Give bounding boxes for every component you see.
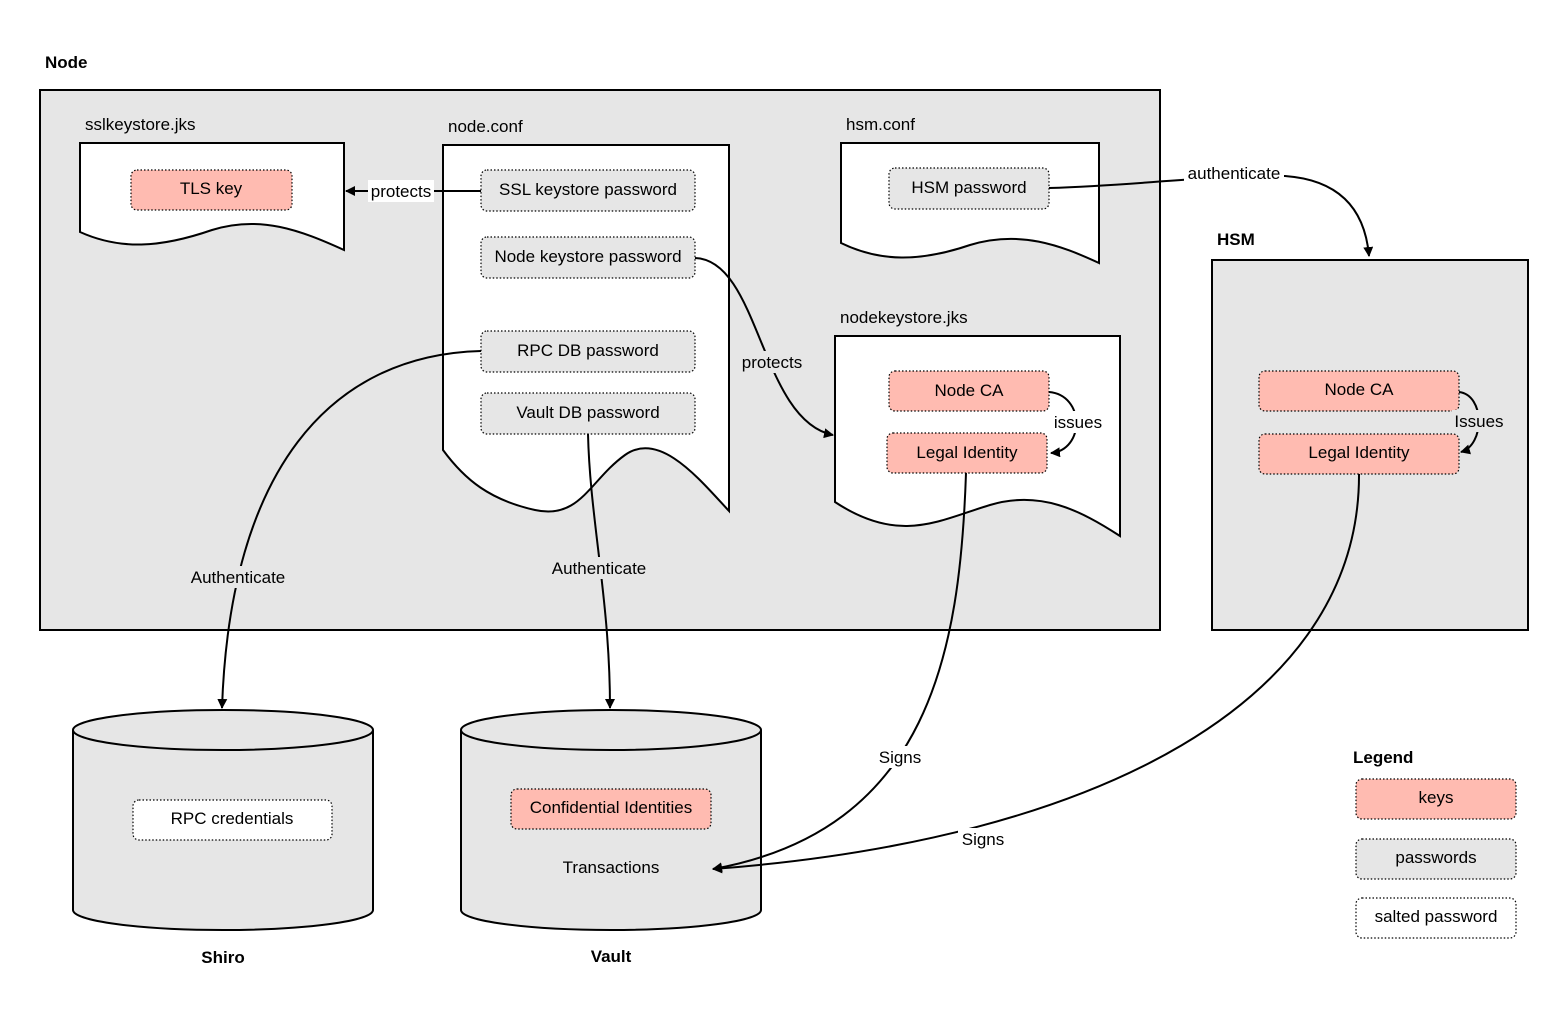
shiro-database-top [72,709,374,751]
edge-label-issues-1: issues [1054,413,1102,432]
edge-label-issues-2: Issues [1454,412,1503,431]
rpc-credentials-label: RPC credentials [171,809,294,828]
node-ca-label: Node CA [935,381,1005,400]
node-keystore-password-label: Node keystore password [494,247,681,266]
vault-db-password-label: Vault DB password [516,403,659,422]
edge-label-authenticate-vault: Authenticate [552,559,647,578]
edge-label-signs-2: Signs [962,830,1005,849]
transactions-label: Transactions [563,858,660,877]
nodekeystore-title: nodekeystore.jks [840,308,968,327]
edge-label-authenticate-hsm: authenticate [1188,164,1281,183]
vault-database [460,730,762,931]
hsm-node-ca-label: Node CA [1325,380,1395,399]
edge-label-authenticate-rpc: Authenticate [191,568,286,587]
edge-label-protects-2: protects [742,353,802,372]
edge-label-protects-1: protects [371,182,431,201]
shiro-title: Shiro [201,948,244,967]
nodeconf-title: node.conf [448,117,523,136]
sslkeystore-title: sslkeystore.jks [85,115,196,134]
hsm-password-label: HSM password [911,178,1026,197]
edge-label-signs-1: Signs [879,748,922,767]
legal-identity-label: Legal Identity [916,443,1018,462]
vault-title: Vault [591,947,632,966]
vault-database-top [460,709,762,751]
node-title: Node [45,53,88,72]
tls-key-label: TLS key [180,179,243,198]
ssl-password-label: SSL keystore password [499,180,677,199]
confidential-identities-label: Confidential Identities [530,798,693,817]
legend-passwords-label: passwords [1395,848,1476,867]
rpc-db-password-label: RPC DB password [517,341,659,360]
hsm-title: HSM [1217,230,1255,249]
hsm-legal-identity-label: Legal Identity [1308,443,1410,462]
legend-keys-label: keys [1419,788,1454,807]
legend-salted-label: salted password [1375,907,1498,926]
hsmconf-title: hsm.conf [846,115,915,134]
key-management-diagram: Node sslkeystore.jks TLS key node.conf S… [39,53,1529,967]
legend-title: Legend [1353,748,1413,767]
